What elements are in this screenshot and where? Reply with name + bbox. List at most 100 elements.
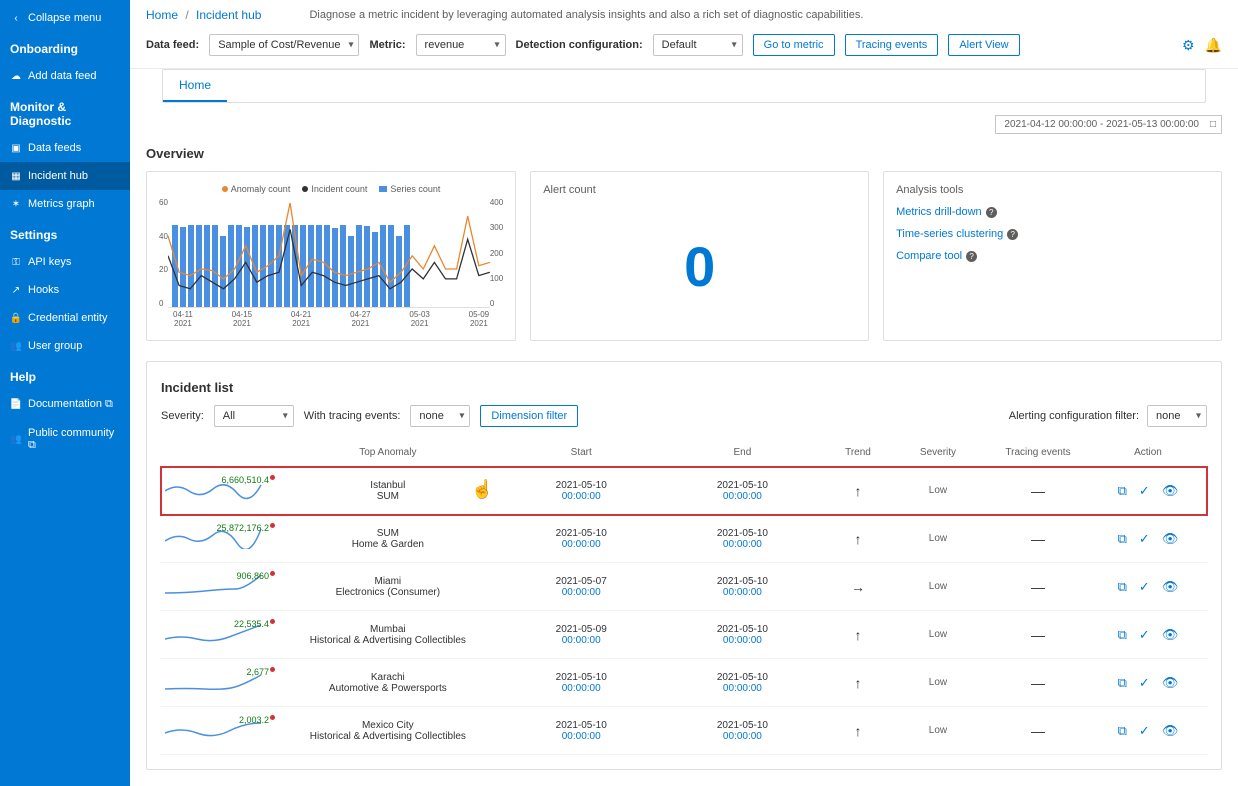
sidebar-item-user-group[interactable]: 👥User group <box>0 332 130 360</box>
tool-link-time-series-clustering[interactable]: Time-series clustering? <box>896 228 1209 240</box>
tracing-filter-select[interactable]: none <box>410 405 470 427</box>
check-icon[interactable]: ✓ <box>1139 675 1150 691</box>
sidebar-item-help: Help <box>0 360 130 390</box>
breadcrumb-current[interactable]: Incident hub <box>196 8 261 22</box>
breadcrumb: Home / Incident hub <box>146 8 261 22</box>
collapse-label: Collapse menu <box>28 12 101 24</box>
trend-icon: ↑ <box>823 483 893 499</box>
tracing-events-button[interactable]: Tracing events <box>845 34 939 56</box>
config-select[interactable]: Default <box>653 34 743 56</box>
sidebar-item-incident-hub[interactable]: ▦Incident hub <box>0 162 130 190</box>
y-axis-left: 6040200 <box>159 198 168 308</box>
alerting-filter-select[interactable]: none <box>1147 405 1207 427</box>
sparkline-cell: 25,872,176.2 <box>165 525 275 552</box>
top-anomaly: MiamiElectronics (Consumer) <box>275 576 501 598</box>
table-row[interactable]: 906,860 MiamiElectronics (Consumer) 2021… <box>161 563 1207 611</box>
tracing-events: — <box>983 531 1093 547</box>
metric-label: Metric: <box>369 39 405 51</box>
trend-icon: → <box>823 579 893 595</box>
end-time: 2021-05-1000:00:00 <box>662 480 823 502</box>
bell-icon[interactable]: 🔔 <box>1205 37 1222 54</box>
main: Home / Incident hub Diagnose a metric in… <box>130 0 1238 786</box>
check-icon[interactable]: ✓ <box>1139 627 1150 643</box>
sidebar-item-hooks[interactable]: ↗Hooks <box>0 276 130 304</box>
sidebar-item-api-keys[interactable]: ⚿API keys <box>0 248 130 276</box>
chart-icon[interactable]: ⧉ <box>1118 723 1127 739</box>
sidebar-item-label: Credential entity <box>28 312 108 324</box>
start-time: 2021-05-0700:00:00 <box>501 576 662 598</box>
nav-icon: ☁ <box>10 70 22 82</box>
sidebar-item-label: Onboarding <box>10 42 78 56</box>
tools-title: Analysis tools <box>896 184 1209 196</box>
feed-select[interactable]: Sample of Cost/Revenue <box>209 34 359 56</box>
goto-metric-button[interactable]: Go to metric <box>753 34 835 56</box>
severity: Low <box>893 533 983 544</box>
eye-icon[interactable]: 👁 <box>1162 531 1179 547</box>
help-icon: ? <box>966 251 977 262</box>
table-row[interactable]: 22,535.4 MumbaiHistorical & Advertising … <box>161 611 1207 659</box>
check-icon[interactable]: ✓ <box>1139 483 1150 499</box>
anomaly-dot-icon <box>270 667 275 672</box>
chart-icon[interactable]: ⧉ <box>1118 579 1127 595</box>
table-row[interactable]: 2,677 KarachiAutomotive & Powersports 20… <box>161 659 1207 707</box>
table-row[interactable]: 2,003.2 Mexico CityHistorical & Advertis… <box>161 707 1207 755</box>
chart-icon[interactable]: ⧉ <box>1118 627 1127 643</box>
anomaly-dot-icon <box>270 523 275 528</box>
breadcrumb-home[interactable]: Home <box>146 8 178 22</box>
chart-icon[interactable]: ⧉ <box>1118 531 1127 547</box>
tool-link-compare-tool[interactable]: Compare tool? <box>896 250 1209 262</box>
sparkline-cell: 6,660,510.4 <box>165 477 275 504</box>
trend-icon: ↑ <box>823 627 893 643</box>
nav-icon: 🔒 <box>10 312 22 324</box>
severity-select[interactable]: All <box>214 405 294 427</box>
alerting-filter-label: Alerting configuration filter: <box>1009 410 1139 422</box>
eye-icon[interactable]: 👁 <box>1162 579 1179 595</box>
severity: Low <box>893 677 983 688</box>
sidebar-item-metrics-graph[interactable]: ✶Metrics graph <box>0 190 130 218</box>
metric-select[interactable]: revenue <box>416 34 506 56</box>
sidebar-item-label: Settings <box>10 228 57 242</box>
analysis-tools-card: Analysis tools Metrics drill-down? Time-s… <box>883 171 1222 341</box>
sidebar-item-label: Documentation ⧉ <box>28 398 113 411</box>
nav-icon: 📄 <box>10 399 22 411</box>
sidebar-item-documentation-[interactable]: 📄 Documentation ⧉ <box>0 390 130 419</box>
anomaly-dot-icon <box>270 475 275 480</box>
date-range-picker[interactable]: 2021-04-12 00:00:00 - 2021-05-13 00:00:0… <box>995 115 1222 134</box>
dimension-filter-button[interactable]: Dimension filter <box>480 405 578 427</box>
start-time: 2021-05-0900:00:00 <box>501 624 662 646</box>
table-row[interactable]: 25,872,176.2 SUMHome & Garden 2021-05-10… <box>161 515 1207 563</box>
eye-icon[interactable]: 👁 <box>1162 723 1179 739</box>
page-description: Diagnose a metric incident by leveraging… <box>309 9 863 21</box>
severity: Low <box>893 485 983 496</box>
tracing-filter-label: With tracing events: <box>304 410 401 422</box>
sidebar-item-credential-entity[interactable]: 🔒 Credential entity <box>0 304 130 332</box>
subtabs: Home <box>162 69 1206 103</box>
eye-icon[interactable]: 👁 <box>1162 483 1179 499</box>
anomaly-dot-icon <box>270 619 275 624</box>
sidebar-item-add-data-feed[interactable]: ☁Add data feed <box>0 62 130 90</box>
tracing-events: — <box>983 723 1093 739</box>
check-icon[interactable]: ✓ <box>1139 531 1150 547</box>
help-icon: ? <box>986 207 997 218</box>
tool-link-metrics-drill-down[interactable]: Metrics drill-down? <box>896 206 1209 218</box>
sidebar-item-data-feeds[interactable]: ▣Data feeds <box>0 134 130 162</box>
sidebar-item-label: Monitor & Diagnostic <box>10 100 120 128</box>
eye-icon[interactable]: 👁 <box>1162 627 1179 643</box>
gear-icon[interactable]: ⚙ <box>1182 37 1195 54</box>
tracing-events: — <box>983 627 1093 643</box>
collapse-menu[interactable]: ‹ Collapse menu <box>0 4 130 32</box>
incident-table: Top Anomaly Start End Trend Severity Tra… <box>161 439 1207 755</box>
top-anomaly: SUMHome & Garden <box>275 528 501 550</box>
chart-icon[interactable]: ⧉ <box>1118 483 1127 499</box>
check-icon[interactable]: ✓ <box>1139 723 1150 739</box>
chart-icon[interactable]: ⧉ <box>1118 675 1127 691</box>
sidebar-item-public-community-[interactable]: 👥Public community ⧉ <box>0 419 130 460</box>
check-icon[interactable]: ✓ <box>1139 579 1150 595</box>
severity-label: Severity: <box>161 410 204 422</box>
sidebar-item-label: Data feeds <box>28 142 81 154</box>
alert-view-button[interactable]: Alert View <box>948 34 1019 56</box>
tab-home[interactable]: Home <box>163 70 227 102</box>
eye-icon[interactable]: 👁 <box>1162 675 1179 691</box>
nav-icon: ▦ <box>10 170 22 182</box>
table-row[interactable]: 6,660,510.4 IstanbulSUM 2021-05-1000:00:… <box>161 467 1207 515</box>
